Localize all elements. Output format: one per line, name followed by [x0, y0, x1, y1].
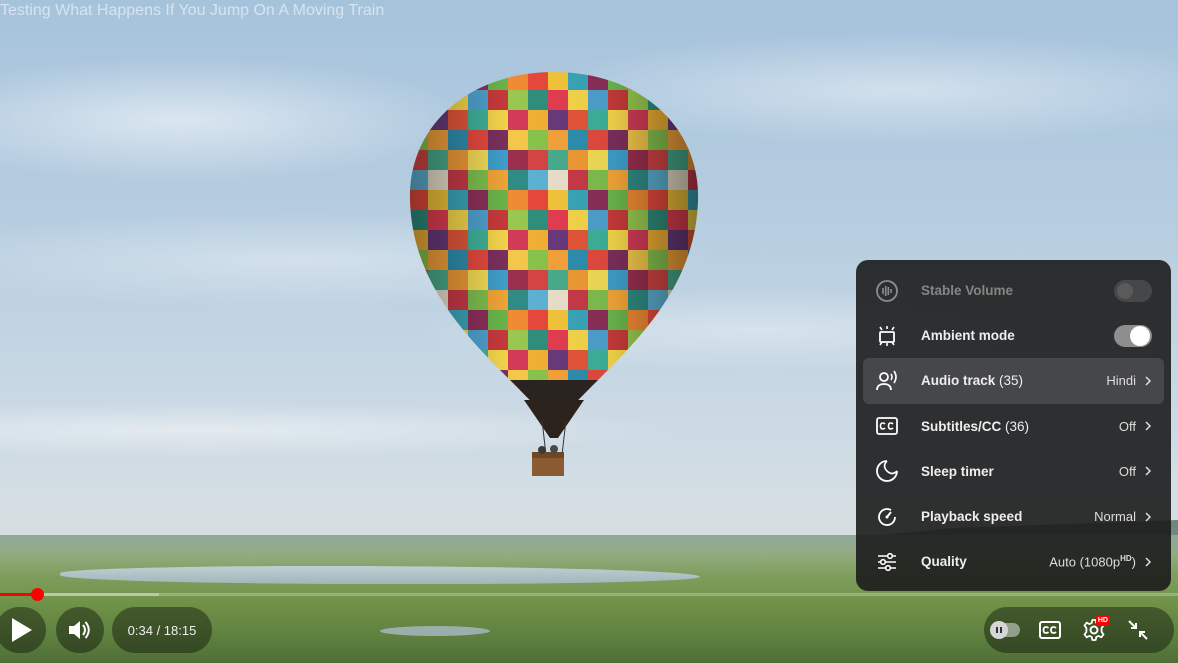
play-icon: [12, 618, 32, 642]
menu-item-value: Normal: [1094, 509, 1136, 524]
chevron-right-icon: [1145, 466, 1152, 476]
play-button[interactable]: [0, 607, 46, 653]
menu-item-label: Quality: [921, 554, 1049, 569]
volume-button[interactable]: [56, 607, 104, 653]
chevron-right-icon: [1145, 421, 1152, 431]
cc-icon: [1039, 621, 1061, 639]
menu-item-label-text: Sleep timer: [921, 463, 994, 479]
right-controls: HD: [984, 607, 1174, 653]
hd-superscript: HD: [1120, 554, 1132, 564]
autoplay-track: [990, 621, 1020, 639]
video-title: Testing What Happens If You Jump On A Mo…: [0, 2, 385, 19]
menu-item-label-text: Subtitles/CC: [921, 418, 1002, 434]
menu-item-count: (35): [995, 373, 1024, 389]
menu-item-value-text: Normal: [1094, 509, 1136, 525]
stable-volume-icon: [876, 279, 898, 302]
menu-item-value: Auto (1080pHD): [1049, 554, 1136, 569]
ambient-mode-icon: [879, 325, 895, 346]
menu-item-playback-speed[interactable]: Playback speed Normal: [863, 494, 1164, 539]
menu-item-audio-track[interactable]: Audio track (35) Hindi: [863, 358, 1164, 404]
menu-item-label: Ambient mode: [921, 328, 1114, 343]
menu-item-label: Sleep timer: [921, 464, 1119, 479]
pause-icon: [990, 621, 1008, 639]
menu-item-subtitles[interactable]: Subtitles/CC (36) Off: [863, 404, 1164, 449]
playback-speed-icon: [878, 507, 896, 526]
menu-item-value-suffix: ): [1131, 554, 1136, 570]
menu-item-value-text: Off: [1118, 418, 1136, 434]
menu-toggle: [1114, 279, 1152, 302]
menu-item-label-text: Audio track: [921, 373, 996, 389]
settings-menu: Stable Volume Ambient mode Audio track (35…: [856, 260, 1171, 591]
menu-item-value-text: Off: [1118, 463, 1136, 479]
menu-item-label-text: Stable Volume: [921, 283, 1014, 299]
water: [60, 566, 700, 584]
chevron-right-icon: [1145, 376, 1152, 386]
toggle-knob: [1130, 325, 1150, 346]
hd-badge: HD: [1095, 616, 1110, 626]
exit-fullscreen-icon: [1128, 620, 1148, 640]
menu-item-label-text: Quality: [921, 554, 967, 570]
time-display: 0:34 / 18:15: [112, 607, 212, 653]
quality-icon: [878, 552, 896, 571]
menu-item-value-text: Hindi: [1106, 373, 1136, 389]
menu-item-sleep-timer[interactable]: Sleep timer Off: [863, 449, 1164, 494]
subtitles-icon: [876, 417, 898, 436]
subtitles-button[interactable]: [1028, 607, 1072, 653]
volume-icon: [69, 621, 90, 639]
menu-item-label: Stable Volume: [921, 283, 1114, 298]
menu-item-value: Off: [1119, 464, 1136, 479]
menu-item-stable-volume: Stable Volume: [863, 268, 1164, 313]
menu-item-value: Off: [1119, 419, 1136, 434]
menu-toggle[interactable]: [1114, 324, 1152, 347]
menu-item-count: (36): [1001, 418, 1030, 434]
menu-item-ambient-mode[interactable]: Ambient mode: [863, 313, 1164, 358]
scrubber-handle[interactable]: [30, 588, 44, 601]
menu-item-label-text: Ambient mode: [921, 328, 1015, 344]
menu-item-value-text: Auto (1080p: [1049, 554, 1121, 570]
menu-item-label: Playback speed: [921, 509, 1094, 524]
menu-item-value: Hindi: [1106, 373, 1136, 388]
chevron-right-icon: [1145, 557, 1152, 567]
sleep-timer-icon: [876, 460, 898, 483]
menu-item-quality[interactable]: Quality Auto (1080pHD): [863, 539, 1164, 584]
autoplay-toggle[interactable]: [984, 607, 1028, 653]
progress-bar[interactable]: [0, 588, 1178, 601]
menu-item-label: Subtitles/CC (36): [921, 419, 1119, 434]
settings-button[interactable]: HD: [1072, 607, 1116, 653]
toggle-knob: [1117, 282, 1133, 299]
exit-fullscreen-button[interactable]: [1116, 607, 1160, 653]
chevron-right-icon: [1145, 512, 1152, 522]
water-pond: [380, 626, 490, 636]
audio-track-icon: [876, 370, 897, 391]
menu-item-label: Audio track (35): [921, 373, 1106, 388]
menu-item-label-text: Playback speed: [921, 509, 1023, 525]
hot-air-balloon: [409, 72, 699, 476]
